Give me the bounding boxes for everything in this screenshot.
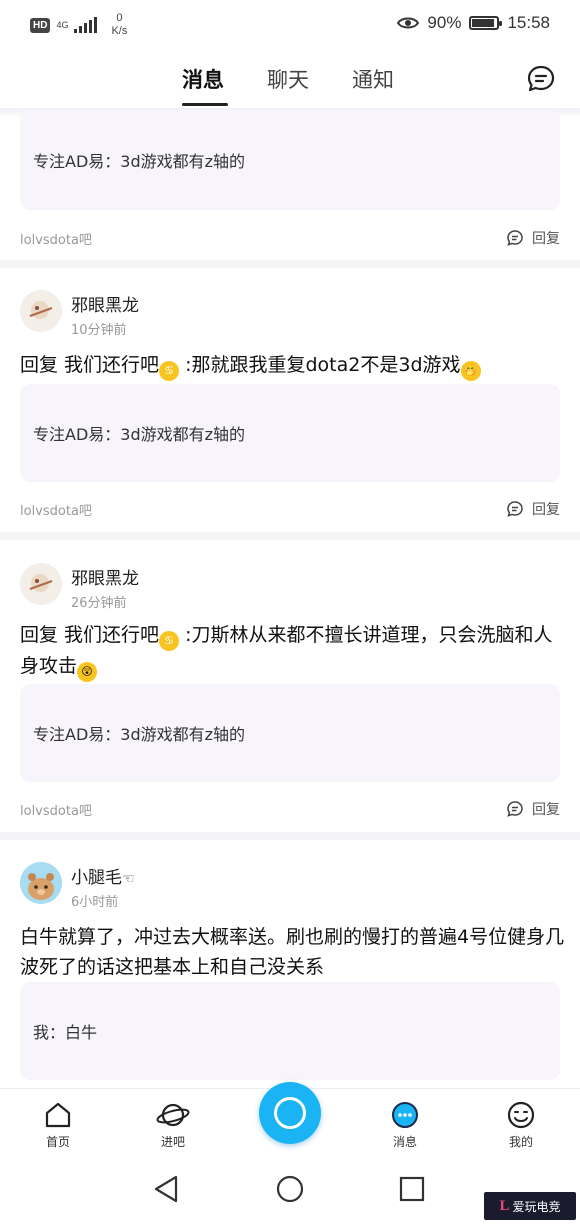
tab-notifications[interactable]: 通知 (352, 64, 394, 94)
chat-bubble-icon[interactable] (526, 64, 556, 94)
top-navigation: 消息 聊天 通知 (0, 52, 580, 108)
avatar-image (20, 563, 62, 605)
nav-mine-label: 我的 (508, 1135, 533, 1149)
quoted-comment[interactable]: 专注AD易：3d游戏都有z轴的 (20, 384, 560, 482)
quoted-text: 专注AD易：3d游戏都有z轴的 (33, 725, 246, 744)
reply-label: 回复 (532, 502, 560, 518)
battery-icon (469, 16, 503, 30)
astonished-emoji-icon: 😲 (77, 662, 98, 682)
watermark-mark: L (499, 1197, 510, 1214)
network-label: 4G (56, 19, 69, 30)
post-time: 26分钟前 (71, 596, 127, 611)
divider (0, 832, 580, 840)
reply-button[interactable]: 回复 (506, 499, 560, 519)
nav-forum[interactable]: 进吧 (143, 1101, 203, 1150)
quoted-comment[interactable]: 专注AD易：3d游戏都有z轴的 (20, 684, 560, 782)
divider (0, 260, 580, 268)
recents-icon[interactable] (398, 1175, 426, 1203)
system-navigation: L 爱玩电竞 (0, 1156, 580, 1224)
comment-body: :那就跟我重复dota2不是3d游戏 (185, 354, 461, 376)
avatar[interactable] (20, 290, 62, 332)
smiley-icon (507, 1101, 535, 1129)
forum-name[interactable]: lolvsdota吧 (20, 500, 92, 519)
net-speed-unit: K/s (111, 25, 128, 37)
reply-prefix: 回复 我们还行吧 (20, 354, 160, 376)
planet-icon (156, 1103, 190, 1127)
quoted-text: 专注AD易：3d游戏都有z轴的 (33, 152, 246, 171)
comment-body: 白牛就算了，冲过去大概率送。刷也刷的慢打的普遍4号位健身几波死了的话这把基本上和… (20, 926, 565, 978)
divider (0, 532, 580, 540)
post-meta: lolvsdota吧 回复 (20, 497, 560, 521)
username[interactable]: 邪眼黑龙 (71, 291, 139, 316)
avatar[interactable] (20, 563, 62, 605)
back-icon[interactable] (152, 1174, 180, 1204)
watermark-text: 爱玩电竞 (512, 1199, 561, 1214)
avatar[interactable] (20, 862, 62, 904)
quoted-text: 我：白牛 (33, 1023, 98, 1042)
post-meta: lolvsdota吧 回复 (20, 797, 560, 821)
net-speed: 0 K/s (111, 12, 127, 38)
pointing-hand-icon: ☜ (122, 871, 135, 887)
signal-icon (74, 17, 98, 33)
nav-messages-label: 消息 (392, 1135, 417, 1149)
quoted-comment[interactable]: 专注AD易：3d游戏都有z轴的 (20, 110, 560, 210)
nav-messages[interactable]: 消息 (375, 1101, 435, 1150)
status-right: 90% 15:58 (397, 13, 550, 33)
reply-button[interactable]: 回复 (506, 228, 560, 248)
nav-forum-label: 进吧 (160, 1135, 185, 1149)
username[interactable]: 邪眼黑龙 (71, 564, 139, 589)
cancer-sign-emoji-icon: ♋ (159, 361, 180, 381)
post-time: 10分钟前 (71, 323, 127, 338)
watermark-logo: L 爱玩电竞 (484, 1192, 576, 1220)
avatar-image (20, 862, 62, 904)
comment-text[interactable]: 回复 我们还行吧 ♋ :那就跟我重复dota2不是3d游戏 🤭 (20, 350, 565, 381)
reply-icon (507, 801, 523, 817)
username-text: 小腿毛 (71, 868, 122, 888)
forum-name[interactable]: lolvsdota吧 (20, 229, 92, 248)
nav-mine[interactable]: 我的 (491, 1101, 551, 1150)
status-left: HD 4G 0 K/s (30, 12, 127, 38)
avatar-image (20, 290, 62, 332)
reply-label: 回复 (532, 231, 560, 247)
center-action-button[interactable] (259, 1082, 321, 1144)
reply-label: 回复 (532, 802, 560, 818)
clock: 15:58 (507, 13, 550, 32)
message-icon (392, 1102, 418, 1128)
reply-prefix: 回复 我们还行吧 (20, 624, 160, 646)
quoted-comment[interactable]: 我：白牛 (20, 982, 560, 1080)
forum-name[interactable]: lolvsdota吧 (20, 800, 92, 819)
tab-messages[interactable]: 消息 (182, 64, 224, 94)
quoted-text: 专注AD易：3d游戏都有z轴的 (33, 425, 246, 444)
hd-badge: HD (30, 17, 51, 33)
nav-home-label: 首页 (45, 1135, 70, 1149)
nav-home[interactable]: 首页 (28, 1101, 88, 1150)
cancer-sign-emoji-icon: ♋ (159, 631, 180, 651)
post-meta: lolvsdota吧 回复 (20, 226, 560, 250)
home-icon (45, 1102, 71, 1128)
eye-icon (397, 17, 420, 29)
reply-button[interactable]: 回复 (506, 799, 560, 819)
comment-text[interactable]: 白牛就算了，冲过去大概率送。刷也刷的慢打的普遍4号位健身几波死了的话这把基本上和… (20, 922, 565, 982)
status-bar: HD 4G 0 K/s 90% 15:58 (0, 0, 580, 48)
reply-icon (507, 230, 523, 246)
post-time: 6小时前 (71, 895, 119, 910)
comment-text[interactable]: 回复 我们还行吧 ♋ :刀斯林从来都不擅长讲道理，只会洗脑和人身攻击 😲 (20, 620, 565, 682)
battery-percent: 90% (427, 13, 462, 32)
username[interactable]: 小腿毛☜ (71, 863, 135, 888)
tab-chat[interactable]: 聊天 (267, 64, 309, 94)
active-tab-indicator (182, 103, 228, 106)
reply-icon (507, 501, 523, 517)
hand-over-mouth-emoji-icon: 🤭 (460, 361, 481, 381)
net-speed-value: 0 (116, 12, 123, 24)
home-circle-icon[interactable] (275, 1174, 305, 1204)
